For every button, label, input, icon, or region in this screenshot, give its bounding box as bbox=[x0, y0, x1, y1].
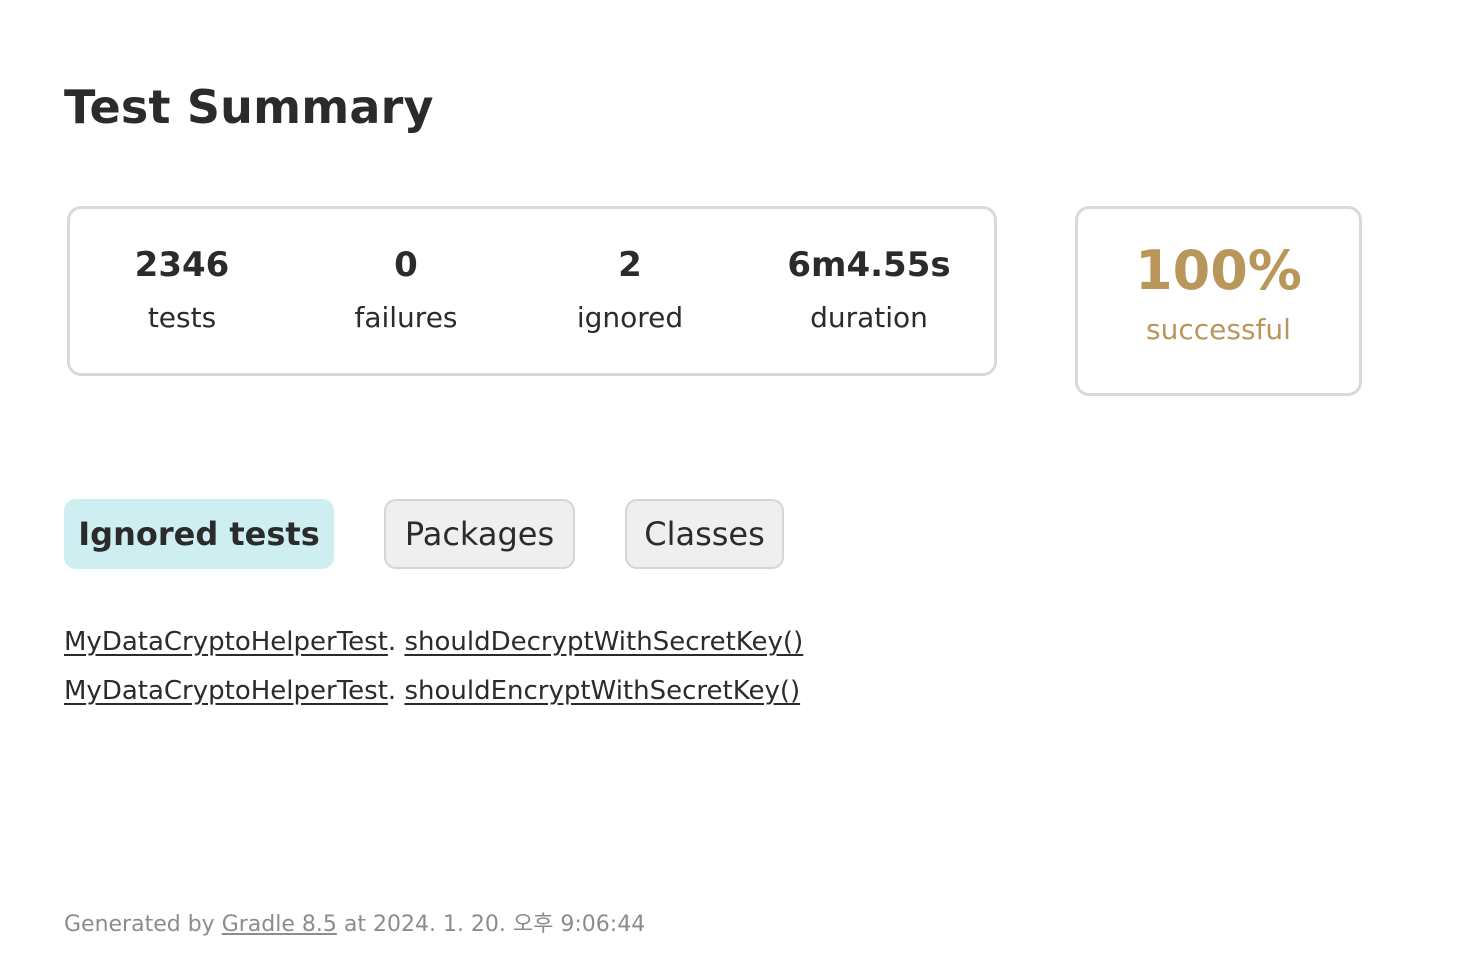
footer-timestamp: at 2024. 1. 20. 오후 9:06:44 bbox=[343, 912, 646, 937]
stat-tests: 2346 tests bbox=[72, 245, 292, 335]
summary-box: 2346 tests 0 failures 2 ignored 6m4.55s … bbox=[67, 206, 997, 376]
stat-value: 2346 bbox=[134, 245, 230, 285]
stat-duration: 6m4.55s duration bbox=[759, 245, 979, 335]
success-rate-value: 100% bbox=[1135, 239, 1302, 302]
ignored-tests-list: MyDataCryptoHelperTest. shouldDecryptWit… bbox=[64, 618, 803, 716]
separator: . bbox=[387, 627, 397, 657]
gradle-link[interactable]: Gradle 8.5 bbox=[222, 912, 337, 937]
stat-value: 2 bbox=[618, 245, 642, 285]
stat-label: failures bbox=[354, 301, 458, 334]
page-title: Test Summary bbox=[64, 80, 434, 134]
tab-classes[interactable]: Classes bbox=[625, 499, 784, 569]
test-class-link[interactable]: MyDataCryptoHelperTest bbox=[64, 627, 388, 657]
test-method-link[interactable]: shouldEncryptWithSecretKey() bbox=[404, 676, 800, 706]
stat-label: ignored bbox=[576, 301, 684, 334]
test-report-page: Test Summary 2346 tests 0 failures 2 ign… bbox=[0, 0, 1482, 980]
stat-label: tests bbox=[147, 301, 217, 334]
stat-label: duration bbox=[810, 301, 928, 334]
stat-value: 6m4.55s bbox=[787, 245, 951, 285]
stat-value: 0 bbox=[394, 245, 418, 285]
separator: . bbox=[387, 676, 397, 706]
stat-failures: 0 failures bbox=[296, 245, 516, 335]
footer-prefix: Generated by bbox=[64, 912, 215, 937]
footer: Generated by Gradle 8.5 at 2024. 1. 20. … bbox=[64, 906, 645, 938]
success-rate-label: successful bbox=[1146, 313, 1291, 346]
stat-ignored: 2 ignored bbox=[520, 245, 740, 335]
tab-ignored-tests[interactable]: Ignored tests bbox=[64, 499, 334, 569]
success-rate-box: 100% successful bbox=[1075, 206, 1362, 396]
test-method-link[interactable]: shouldDecryptWithSecretKey() bbox=[404, 627, 803, 657]
list-item: MyDataCryptoHelperTest. shouldDecryptWit… bbox=[64, 618, 803, 667]
tab-packages[interactable]: Packages bbox=[384, 499, 575, 569]
list-item: MyDataCryptoHelperTest. shouldEncryptWit… bbox=[64, 667, 803, 716]
test-class-link[interactable]: MyDataCryptoHelperTest bbox=[64, 676, 388, 706]
